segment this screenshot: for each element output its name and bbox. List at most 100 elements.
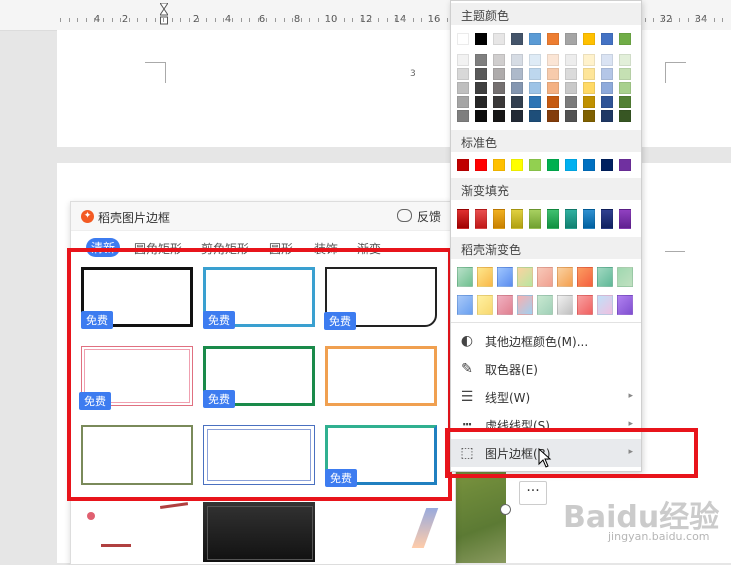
image-resize-handle[interactable] [500, 504, 511, 515]
gradient-swatch[interactable] [457, 295, 473, 315]
color-swatch[interactable] [619, 68, 631, 80]
color-swatch[interactable] [529, 33, 541, 45]
color-swatch[interactable] [457, 110, 469, 122]
color-swatch[interactable] [493, 82, 505, 94]
gradient-swatch[interactable] [537, 295, 553, 315]
gradient-swatch[interactable] [475, 209, 487, 229]
gradient-swatch[interactable] [565, 209, 577, 229]
color-swatch[interactable] [511, 110, 523, 122]
color-swatch[interactable] [619, 54, 631, 66]
color-swatch[interactable] [511, 96, 523, 108]
gradient-swatch[interactable] [457, 267, 473, 287]
gradient-swatch[interactable] [577, 295, 593, 315]
color-swatch[interactable] [511, 33, 523, 45]
gradient-swatch[interactable] [517, 267, 533, 287]
gradient-swatch[interactable] [497, 295, 513, 315]
gradient-swatch[interactable] [557, 295, 573, 315]
gradient-swatch[interactable] [577, 267, 593, 287]
gradient-swatch[interactable] [617, 267, 633, 287]
color-swatch[interactable] [475, 96, 487, 108]
color-swatch[interactable] [547, 54, 559, 66]
color-swatch[interactable] [511, 68, 523, 80]
color-swatch[interactable] [475, 82, 487, 94]
color-swatch[interactable] [565, 54, 577, 66]
color-swatch[interactable] [583, 33, 595, 45]
color-swatch[interactable] [493, 68, 505, 80]
color-swatch[interactable] [601, 54, 613, 66]
gradient-swatch[interactable] [477, 267, 493, 287]
color-swatch[interactable] [475, 110, 487, 122]
gradient-swatch[interactable] [497, 267, 513, 287]
color-swatch[interactable] [565, 110, 577, 122]
color-swatch[interactable] [583, 82, 595, 94]
color-swatch[interactable] [475, 159, 487, 171]
color-swatch[interactable] [529, 54, 541, 66]
color-swatch[interactable] [565, 159, 577, 171]
color-swatch[interactable] [529, 82, 541, 94]
color-swatch[interactable] [475, 33, 487, 45]
gradient-swatch[interactable] [517, 295, 533, 315]
color-swatch[interactable] [601, 82, 613, 94]
color-swatch[interactable] [475, 68, 487, 80]
gradient-swatch[interactable] [529, 209, 541, 229]
gradient-swatch[interactable] [601, 209, 613, 229]
color-swatch[interactable] [601, 159, 613, 171]
color-swatch[interactable] [457, 54, 469, 66]
gradient-swatch[interactable] [557, 267, 573, 287]
color-swatch[interactable] [457, 159, 469, 171]
color-swatch[interactable] [529, 159, 541, 171]
gradient-swatch[interactable] [597, 267, 613, 287]
feedback-icon[interactable] [397, 209, 412, 222]
gradient-swatch[interactable] [511, 209, 523, 229]
menu-item-0[interactable]: ◐ 其他边框颜色(M)... [451, 327, 641, 355]
color-swatch[interactable] [619, 110, 631, 122]
color-swatch[interactable] [565, 68, 577, 80]
color-swatch[interactable] [583, 110, 595, 122]
color-swatch[interactable] [457, 96, 469, 108]
color-swatch[interactable] [547, 110, 559, 122]
color-swatch[interactable] [601, 96, 613, 108]
color-swatch[interactable] [619, 82, 631, 94]
color-swatch[interactable] [583, 159, 595, 171]
menu-item-1[interactable]: ✎ 取色器(E) [451, 355, 641, 383]
color-swatch[interactable] [565, 33, 577, 45]
gradient-swatch[interactable] [537, 267, 553, 287]
gradient-swatch[interactable] [477, 295, 493, 315]
color-swatch[interactable] [475, 54, 487, 66]
color-swatch[interactable] [619, 96, 631, 108]
menu-item-2[interactable]: ☰ 线型(W) ▸ [451, 383, 641, 411]
color-swatch[interactable] [619, 33, 631, 45]
color-swatch[interactable] [529, 110, 541, 122]
color-swatch[interactable] [547, 96, 559, 108]
frame-thumbnail-plum[interactable] [81, 502, 193, 562]
color-swatch[interactable] [583, 68, 595, 80]
color-swatch[interactable] [601, 33, 613, 45]
color-swatch[interactable] [601, 110, 613, 122]
color-swatch[interactable] [583, 96, 595, 108]
frame-thumbnail-film[interactable] [203, 502, 315, 562]
color-swatch[interactable] [601, 68, 613, 80]
color-swatch[interactable] [457, 68, 469, 80]
color-swatch[interactable] [511, 54, 523, 66]
color-swatch[interactable] [511, 159, 523, 171]
gradient-swatch[interactable] [493, 209, 505, 229]
color-swatch[interactable] [457, 33, 469, 45]
color-swatch[interactable] [547, 159, 559, 171]
color-swatch[interactable] [565, 82, 577, 94]
color-swatch[interactable] [547, 82, 559, 94]
gradient-swatch[interactable] [583, 209, 595, 229]
color-swatch[interactable] [529, 96, 541, 108]
color-swatch[interactable] [565, 96, 577, 108]
color-swatch[interactable] [493, 96, 505, 108]
feedback-link[interactable]: 反馈 [417, 208, 441, 225]
frame-thumbnail-pastel[interactable] [325, 502, 439, 562]
gradient-swatch[interactable] [457, 209, 469, 229]
gradient-swatch[interactable] [619, 209, 631, 229]
gradient-swatch[interactable] [617, 295, 633, 315]
color-swatch[interactable] [529, 68, 541, 80]
color-swatch[interactable] [493, 54, 505, 66]
gradient-swatch[interactable] [597, 295, 613, 315]
color-swatch[interactable] [457, 82, 469, 94]
indent-marker-icon[interactable] [160, 3, 168, 25]
color-swatch[interactable] [493, 33, 505, 45]
